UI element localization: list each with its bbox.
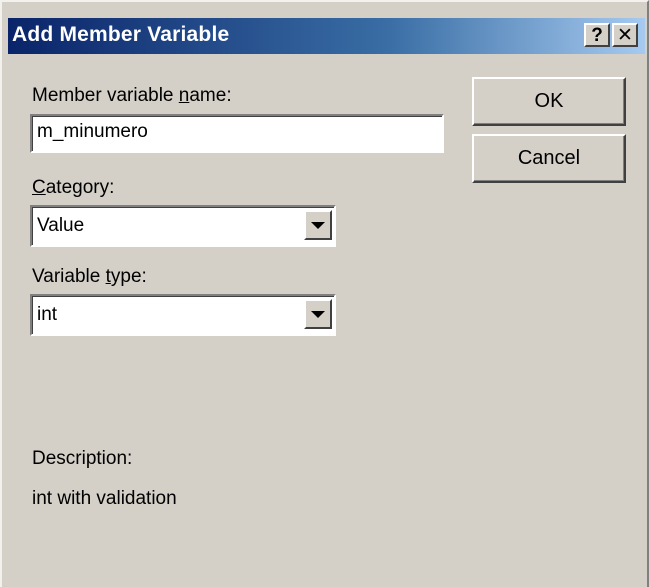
label-text: ategory: (45, 177, 115, 198)
variable-type-selected-value: int (37, 304, 58, 325)
help-button[interactable]: ? (584, 23, 610, 47)
help-icon: ? (591, 24, 603, 46)
dropdown-arrow-icon (311, 221, 325, 229)
dialog-title: Add Member Variable (12, 23, 230, 46)
label-text: Variable (32, 266, 106, 287)
cancel-button[interactable]: Cancel (472, 134, 626, 183)
variable-type-label: Variable type: (32, 266, 147, 288)
variable-type-dropdown-button[interactable] (304, 299, 332, 329)
ok-button[interactable]: OK (472, 77, 626, 126)
close-icon: ✕ (617, 24, 633, 46)
category-select[interactable]: Value (30, 205, 336, 247)
label-text: ype: (110, 266, 147, 287)
description-text: int with validation (32, 488, 177, 509)
member-variable-name-label: Member variable name: (32, 85, 232, 107)
cancel-button-label: Cancel (517, 147, 581, 169)
close-button[interactable]: ✕ (612, 23, 638, 47)
category-selected-value: Value (37, 215, 85, 236)
category-label: Category: (32, 177, 114, 199)
title-bar[interactable]: Add Member Variable ? ✕ (8, 18, 645, 54)
ok-button-label: OK (534, 90, 564, 112)
category-dropdown-button[interactable] (304, 210, 332, 240)
description-label: Description: (32, 448, 133, 469)
variable-type-select[interactable]: int (30, 294, 336, 336)
label-text: Member variable (32, 85, 179, 106)
dropdown-arrow-icon (311, 310, 325, 318)
label-accelerator: n (178, 85, 190, 106)
label-text: ame: (189, 85, 232, 106)
member-variable-name-input[interactable]: m_minumero (30, 114, 444, 153)
member-variable-name-value: m_minumero (37, 121, 148, 142)
label-accelerator: C (32, 177, 46, 198)
add-member-variable-dialog: Add Member Variable ? ✕ Member variable … (0, 0, 649, 587)
